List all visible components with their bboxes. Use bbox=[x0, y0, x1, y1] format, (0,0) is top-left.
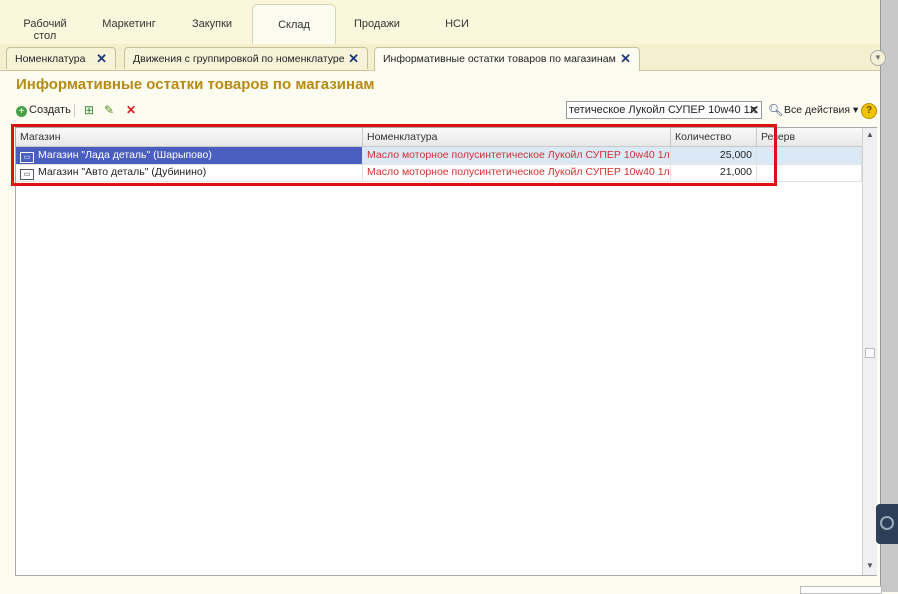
section-label: Закупки bbox=[191, 18, 233, 30]
side-widget[interactable] bbox=[876, 504, 898, 544]
section-label: Склад bbox=[278, 19, 310, 31]
create-button[interactable]: + Создать bbox=[16, 101, 71, 119]
open-tabs-bar: Номенклатура ✕ Движения с группировкой п… bbox=[0, 44, 880, 71]
delete-icon[interactable]: ✕ bbox=[124, 103, 138, 117]
section-label: Маркетинг bbox=[102, 18, 156, 30]
plus-icon: + bbox=[16, 106, 27, 117]
stock-table: Магазин Номенклатура Количество Резерв ▭… bbox=[15, 127, 877, 576]
tab-nomenclature[interactable]: Номенклатура ✕ bbox=[6, 47, 116, 69]
tab-informative-stock[interactable]: Информативные остатки товаров по магазин… bbox=[374, 47, 640, 71]
section-nsi[interactable]: НСИ bbox=[432, 8, 482, 42]
highlight-frame bbox=[11, 124, 777, 186]
search-icon[interactable]: 🔍︎ bbox=[768, 101, 783, 119]
scroll-up-icon[interactable]: ▲ bbox=[863, 130, 877, 139]
search-input[interactable]: тетическое Лукойл СУПЕР 10w40 1л ✕ bbox=[566, 101, 762, 119]
toolbar-divider bbox=[74, 104, 75, 117]
scroll-thumb[interactable] bbox=[865, 348, 875, 358]
section-label: Рабочий стол bbox=[23, 18, 67, 42]
section-warehouse[interactable]: Склад bbox=[252, 4, 336, 45]
section-label: НСИ bbox=[445, 18, 469, 30]
sections-panel: Рабочий стол Маркетинг Закупки Склад Про… bbox=[0, 0, 898, 45]
chevron-down-icon[interactable]: ▼ bbox=[870, 50, 886, 66]
scroll-down-icon[interactable]: ▼ bbox=[863, 561, 877, 570]
page-title: Информативные остатки товаров по магазин… bbox=[16, 76, 375, 93]
section-purchases[interactable]: Закупки bbox=[184, 8, 240, 42]
form-toolbar: + Создать ⊞ ✎ ✕ тетическое Лукойл СУПЕР 1… bbox=[16, 101, 880, 119]
tab-movements[interactable]: Движения с группировкой по номенклатуре … bbox=[124, 47, 368, 69]
edit-icon[interactable]: ✎ bbox=[102, 103, 116, 117]
close-icon[interactable]: ✕ bbox=[620, 48, 631, 70]
close-icon[interactable]: ✕ bbox=[348, 48, 359, 70]
copy-icon[interactable]: ⊞ bbox=[82, 103, 96, 117]
section-sales[interactable]: Продажи bbox=[348, 8, 406, 42]
remote-assist-icon bbox=[880, 516, 894, 530]
all-actions-button[interactable]: Все действия ▾ bbox=[784, 101, 858, 119]
clear-search-icon[interactable]: ✕ bbox=[749, 102, 759, 118]
search-value: тетическое Лукойл СУПЕР 10w40 1л bbox=[569, 104, 757, 116]
tab-label: Номенклатура bbox=[15, 53, 86, 65]
section-label: Продажи bbox=[354, 18, 400, 30]
close-icon[interactable]: ✕ bbox=[96, 48, 107, 70]
tab-label: Движения с группировкой по номенклатуре bbox=[133, 53, 345, 65]
section-marketing[interactable]: Маркетинг bbox=[96, 8, 162, 42]
create-label: Создать bbox=[29, 104, 71, 116]
section-desktop[interactable]: Рабочий стол bbox=[16, 8, 74, 42]
status-bar bbox=[800, 586, 882, 594]
tab-label: Информативные остатки товаров по магазин… bbox=[383, 53, 616, 65]
vertical-scrollbar[interactable]: ▲ ▼ bbox=[862, 128, 877, 575]
all-actions-label: Все действия bbox=[784, 104, 851, 116]
help-icon[interactable]: ? bbox=[861, 103, 877, 119]
